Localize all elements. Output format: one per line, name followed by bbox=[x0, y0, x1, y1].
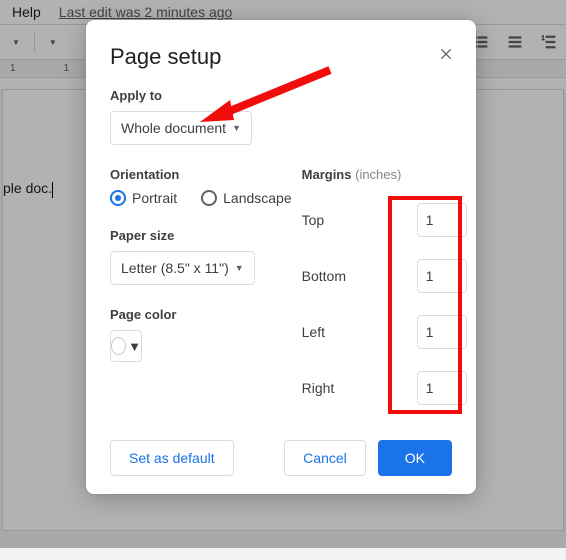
page-color-picker[interactable]: ▼ bbox=[110, 330, 142, 362]
ok-button[interactable]: OK bbox=[378, 440, 452, 476]
margin-bottom-input[interactable] bbox=[417, 259, 467, 293]
apply-to-label: Apply to bbox=[110, 88, 452, 103]
margin-left-label: Left bbox=[302, 324, 325, 340]
radio-portrait-icon bbox=[110, 190, 126, 206]
cancel-button[interactable]: Cancel bbox=[284, 440, 366, 476]
apply-to-value: Whole document bbox=[121, 120, 226, 136]
paper-size-value: Letter (8.5" x 11") bbox=[121, 260, 229, 276]
close-icon bbox=[438, 46, 454, 62]
paper-size-dropdown[interactable]: Letter (8.5" x 11") ▼ bbox=[110, 251, 255, 285]
chevron-down-icon: ▼ bbox=[128, 339, 141, 354]
apply-to-dropdown[interactable]: Whole document ▼ bbox=[110, 111, 252, 145]
color-swatch-icon bbox=[111, 337, 126, 355]
chevron-down-icon: ▼ bbox=[235, 263, 244, 273]
dialog-title: Page setup bbox=[110, 44, 452, 70]
margins-unit: (inches) bbox=[355, 167, 401, 182]
margin-top-input[interactable] bbox=[417, 203, 467, 237]
margins-label: Margins bbox=[302, 167, 352, 182]
chevron-down-icon: ▼ bbox=[232, 123, 241, 133]
paper-size-label: Paper size bbox=[110, 228, 292, 243]
margin-bottom-label: Bottom bbox=[302, 268, 346, 284]
page-color-label: Page color bbox=[110, 307, 292, 322]
margin-right-input[interactable] bbox=[417, 371, 467, 405]
margin-left-input[interactable] bbox=[417, 315, 467, 349]
close-button[interactable] bbox=[434, 42, 458, 66]
orientation-portrait-label: Portrait bbox=[132, 190, 177, 206]
radio-landscape-icon bbox=[201, 190, 217, 206]
margin-top-label: Top bbox=[302, 212, 325, 228]
orientation-landscape-label: Landscape bbox=[223, 190, 292, 206]
margin-right-label: Right bbox=[302, 380, 335, 396]
orientation-landscape[interactable]: Landscape bbox=[201, 190, 292, 206]
orientation-portrait[interactable]: Portrait bbox=[110, 190, 177, 206]
orientation-label: Orientation bbox=[110, 167, 292, 182]
set-as-default-button[interactable]: Set as default bbox=[110, 440, 234, 476]
page-setup-dialog: Page setup Apply to Whole document ▼ Ori… bbox=[86, 20, 476, 494]
